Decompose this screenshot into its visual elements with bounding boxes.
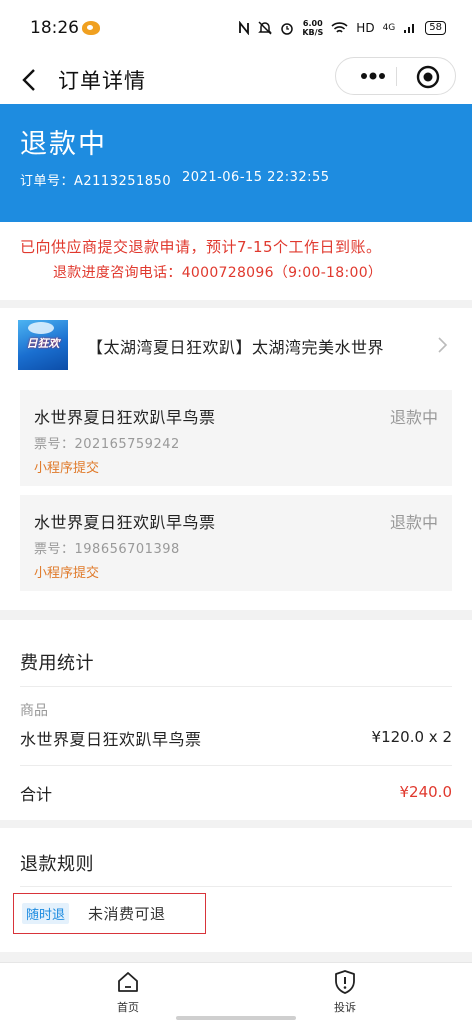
speed-unit: KB/S (302, 28, 324, 37)
ticket-status: 退款中 (389, 513, 438, 532)
target-circle-icon[interactable] (416, 65, 440, 89)
capsule-divider (396, 67, 397, 86)
rules-title: 退款规则 (20, 854, 94, 875)
fee-title: 费用统计 (20, 653, 94, 674)
signal-icon (404, 24, 415, 33)
home-indicator (176, 1016, 296, 1020)
mini-program-capsule (335, 57, 456, 95)
rule-highlight-box: 随时退 未消费可退 (13, 893, 206, 934)
refund-notice: 已向供应商提交退款申请，预计7-15个工作日到账。 退款进度咨询电话：40007… (0, 222, 472, 300)
rule-tag: 随时退 (22, 903, 70, 924)
product-card: 日狂欢 【太湖湾夏日狂欢趴】太湖湾完美水世界 水世界夏日狂欢趴早鸟票 退款中 票… (0, 308, 472, 610)
ticket-number: 票号：202165759242 (34, 437, 180, 452)
order-time: 2021-06-15 22:32:55 (182, 170, 330, 185)
alarm-icon (281, 23, 294, 35)
ticket-item: 水世界夏日狂欢趴早鸟票 退款中 票号：198656701398 小程序提交 (20, 495, 452, 591)
fee-item-name: 水世界夏日狂欢趴早鸟票 (20, 730, 202, 749)
ticket-name: 水世界夏日狂欢趴早鸟票 (34, 408, 216, 427)
ticket-source: 小程序提交 (34, 566, 100, 581)
divider (20, 686, 452, 687)
rule-text: 未消费可退 (88, 905, 166, 923)
status-time: 18:26 (30, 18, 79, 38)
notice-line-2: 退款进度咨询电话：4000728096（9:00-18:00） (53, 265, 383, 281)
tab-complaint[interactable]: 投诉 (305, 969, 385, 1021)
battery-level: 58 (425, 21, 446, 35)
notice-line-1: 已向供应商提交退款申请，预计7-15个工作日到账。 (20, 238, 382, 256)
network-speed: 6.00 KB/S (302, 19, 323, 37)
ticket-source: 小程序提交 (34, 461, 100, 476)
wifi-icon (331, 21, 348, 33)
divider (20, 886, 452, 887)
ticket-name: 水世界夏日狂欢趴早鸟票 (34, 513, 216, 532)
tab-home[interactable]: 首页 (88, 969, 168, 1021)
status-bar: 18:26 6.00 KB/S HD 4G 58 (0, 0, 472, 56)
network-type: 4G (382, 23, 396, 33)
total-label: 合计 (20, 785, 53, 804)
mute-icon (258, 21, 273, 35)
ticket-number: 票号：198656701398 (34, 542, 180, 557)
product-thumbnail[interactable]: 日狂欢 (18, 320, 68, 370)
speed-value: 6.00 (302, 19, 323, 28)
bottom-tab-bar: 首页 投诉 (0, 962, 472, 1024)
thumb-splash (28, 322, 54, 334)
fee-category: 商品 (20, 703, 48, 719)
chevron-right-icon[interactable] (436, 336, 448, 354)
nav-bar: 订单详情 (0, 56, 472, 104)
thumb-text: 日狂欢 (26, 337, 60, 350)
page-title: 订单详情 (58, 69, 146, 93)
status-icons: 6.00 KB/S HD 4G 58 (238, 19, 446, 37)
tab-complaint-label: 投诉 (334, 1001, 356, 1014)
refund-status-header: 退款中 订单号：A2113251850 2021-06-15 22:32:55 (0, 104, 472, 222)
ticket-item: 水世界夏日狂欢趴早鸟票 退款中 票号：202165759242 小程序提交 (20, 390, 452, 486)
back-arrow-icon[interactable] (18, 64, 42, 96)
tab-home-label: 首页 (117, 1001, 139, 1014)
refund-rules-card: 退款规则 随时退 未消费可退 (0, 828, 472, 952)
home-icon (118, 972, 138, 992)
order-number: 订单号：A2113251850 (20, 174, 172, 189)
nfc-icon (239, 21, 250, 35)
fee-statistics-card: 费用统计 商品 水世界夏日狂欢趴早鸟票 ¥120.0 x 2 合计 ¥240.0 (0, 620, 472, 820)
ticket-status: 退款中 (389, 408, 438, 427)
refund-status: 退款中 (20, 129, 107, 160)
more-dots-icon[interactable] (350, 58, 396, 94)
hd-label: HD (356, 21, 375, 35)
weibo-icon (82, 21, 100, 35)
product-title[interactable]: 【太湖湾夏日狂欢趴】太湖湾完美水世界 (87, 334, 384, 358)
fee-item-price: ¥120.0 x 2 (371, 728, 452, 746)
complaint-shield-icon (335, 970, 355, 994)
total-value: ¥240.0 (399, 783, 453, 801)
divider (20, 765, 452, 766)
